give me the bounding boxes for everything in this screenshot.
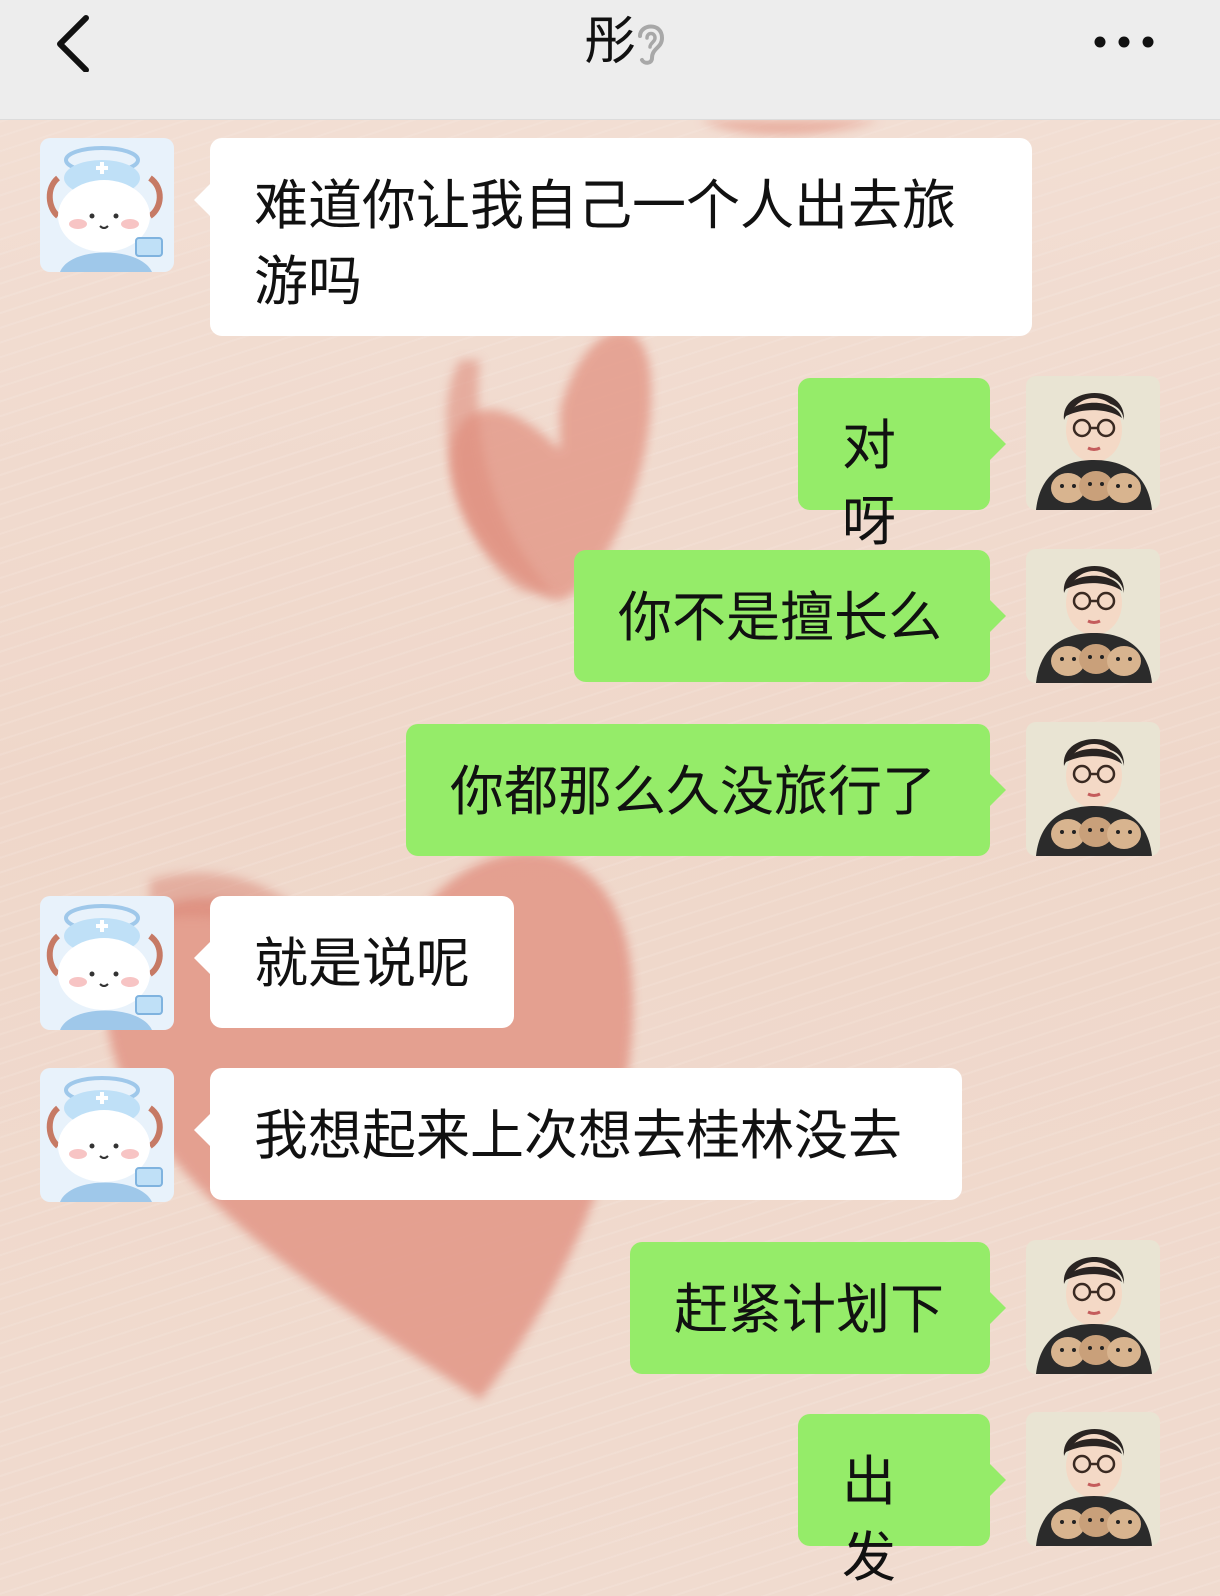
message-text: 就是说呢: [254, 932, 470, 995]
message-bubble-incoming[interactable]: 就是说呢: [194, 896, 514, 1028]
girl-with-cats-avatar-icon: [1026, 1240, 1160, 1374]
message-text: 赶紧计划下: [674, 1278, 944, 1341]
self-avatar[interactable]: [1026, 549, 1160, 683]
message-bubble-outgoing[interactable]: 赶紧计划下: [630, 1242, 1006, 1374]
self-avatar[interactable]: [1026, 376, 1160, 510]
cartoon-nurse-avatar-icon: [40, 896, 174, 1030]
message-bubble-incoming[interactable]: 我想起来上次想去桂林没去: [194, 1068, 962, 1200]
contact-avatar[interactable]: [40, 138, 174, 272]
message-bubble-outgoing[interactable]: 你不是擅长么: [574, 550, 1006, 682]
heart-wallpaper-art: [106, 120, 880, 1400]
message-text: 出发: [842, 1450, 896, 1589]
girl-with-cats-avatar-icon: [1026, 376, 1160, 510]
message-bubble-outgoing[interactable]: 对呀: [798, 378, 1006, 553]
chat-wallpaper: [0, 120, 1220, 1596]
message-text: 你都那么久没旅行了: [450, 760, 936, 823]
cartoon-nurse-avatar-icon: [40, 1068, 174, 1202]
girl-with-cats-avatar-icon: [1026, 722, 1160, 856]
message-bubble-outgoing[interactable]: 出发: [798, 1414, 1006, 1589]
cartoon-nurse-avatar-icon: [40, 138, 174, 272]
chat-title: 彤: [583, 12, 636, 72]
contact-avatar[interactable]: [40, 1068, 174, 1202]
contact-avatar[interactable]: [40, 896, 174, 1030]
more-dots-icon[interactable]: [1092, 30, 1156, 54]
self-avatar[interactable]: [1026, 1240, 1160, 1374]
message-text: 你不是擅长么: [618, 586, 942, 649]
message-text: 难道你让我自己一个人出去旅 游吗: [254, 174, 956, 313]
ear-icon: [638, 24, 665, 65]
self-avatar[interactable]: [1026, 722, 1160, 856]
girl-with-cats-avatar-icon: [1026, 549, 1160, 683]
self-avatar[interactable]: [1026, 1412, 1160, 1546]
girl-with-cats-avatar-icon: [1026, 1412, 1160, 1546]
message-text: 我想起来上次想去桂林没去: [254, 1104, 902, 1167]
chat-header: 彤: [0, 0, 1220, 120]
message-bubble-incoming[interactable]: 难道你让我自己一个人出去旅 游吗: [194, 138, 1032, 336]
message-text: 对呀: [842, 414, 896, 553]
message-bubble-outgoing[interactable]: 你都那么久没旅行了: [406, 724, 1006, 856]
